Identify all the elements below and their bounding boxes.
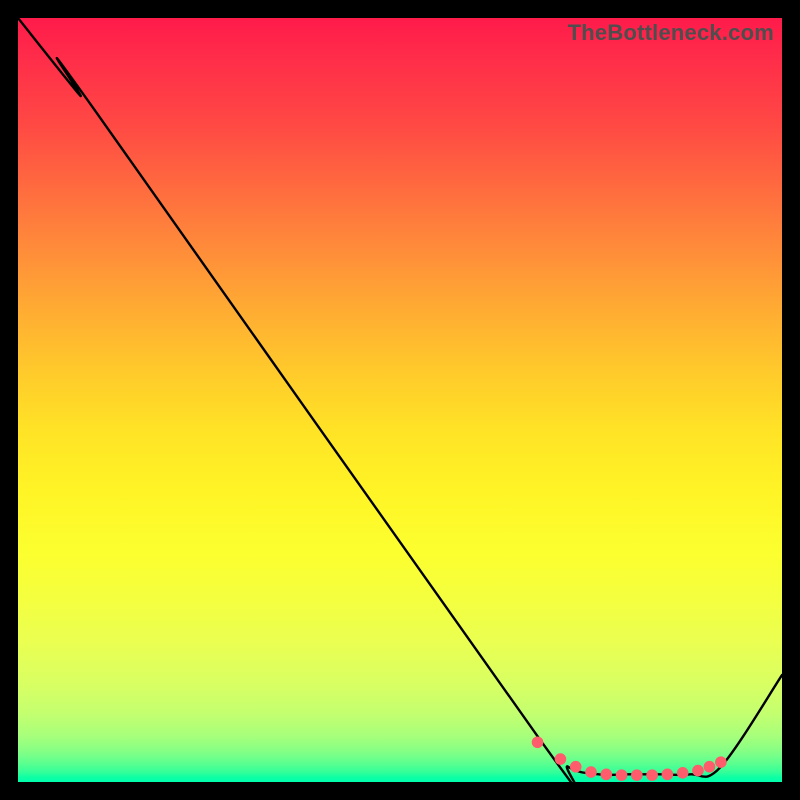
optimal-marker: [631, 769, 643, 781]
optimal-marker: [585, 766, 597, 778]
optimal-marker: [600, 769, 612, 781]
optimal-marker: [555, 753, 567, 765]
plot-area: TheBottleneck.com: [18, 18, 782, 782]
optimal-marker: [570, 761, 582, 773]
optimal-marker: [715, 756, 727, 768]
optimal-marker: [692, 765, 704, 777]
optimal-marker: [677, 767, 689, 779]
chart-frame: TheBottleneck.com: [0, 0, 800, 800]
optimal-marker: [662, 769, 674, 781]
optimal-marker: [616, 769, 628, 781]
optimal-marker: [704, 761, 716, 773]
bottleneck-curve-path: [18, 18, 782, 782]
optimal-marker: [646, 769, 658, 781]
optimal-marker: [532, 736, 544, 748]
curve-layer: [18, 18, 782, 782]
